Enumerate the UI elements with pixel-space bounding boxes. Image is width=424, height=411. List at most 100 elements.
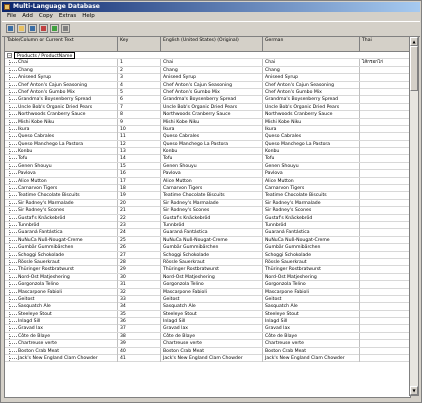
cell-key[interactable]: 2 (118, 66, 161, 74)
table-row[interactable]: Pavlova 16 Pavlova Pavlova (5, 170, 410, 178)
cell-german[interactable]: Mishi Kobe Niku (263, 118, 360, 126)
cell-key[interactable]: 39 (118, 340, 161, 348)
cell-german[interactable]: Chai (263, 59, 360, 67)
menu-copy[interactable]: Copy (36, 12, 56, 21)
table-row[interactable]: Aniseed Syrup 3 Aniseed Syrup Aniseed Syrup (5, 74, 410, 82)
cell-current-text[interactable]: Nord-Ost Matjeshering (5, 273, 118, 281)
cell-german[interactable]: Ikura (263, 125, 360, 133)
cell-german[interactable]: Carnarvon Tigers (263, 185, 360, 193)
table-row[interactable]: Geitost 33 Geitost Geitost (5, 295, 410, 304)
title-bar[interactable]: Multi-Language Database (2, 2, 420, 12)
cell-english[interactable]: Sir Rodney's Scones (161, 207, 263, 215)
cell-current-text[interactable]: Alice Mutton (5, 177, 118, 185)
cell-thai[interactable] (360, 244, 410, 252)
cell-german[interactable]: Côte de Blaye (263, 332, 360, 340)
cell-current-text[interactable]: Boston Crab Meat (5, 347, 118, 355)
cell-current-text[interactable]: Inlagd Sill (5, 318, 118, 326)
menu-file[interactable]: File (2, 12, 19, 21)
cell-current-text[interactable]: Genen Shouyu (5, 162, 118, 170)
table-row[interactable]: Chef Anton's Cajun Seasoning 4 Chef Anton'… (5, 81, 410, 89)
cell-key[interactable]: 7 (118, 103, 161, 111)
cell-english[interactable]: Gumbär Gummibärchen (161, 244, 263, 252)
table-row[interactable]: Sasquatch Ale 34 Sasquatch Ale Sasquatch Al… (5, 303, 410, 311)
cell-key[interactable]: 27 (118, 251, 161, 259)
cell-english[interactable]: Schoggi Schokolade (161, 251, 263, 259)
table-row[interactable]: Mascarpone Fabioli 32 Mascarpone Fabioli Ma… (5, 288, 410, 296)
cell-thai[interactable] (360, 295, 410, 303)
cell-thai[interactable] (360, 185, 410, 193)
cell-german[interactable]: Geitost (263, 295, 360, 303)
column-header-english[interactable]: English (United States) (Original) (161, 37, 263, 51)
toolbar-button-export[interactable] (39, 24, 48, 33)
cell-german[interactable]: Uncle Bob's Organic Dried Pears (263, 103, 360, 111)
table-row[interactable]: Genen Shouyu 15 Genen Shouyu Genen Shouyu (5, 162, 410, 171)
cell-english[interactable]: Rössle Sauerkraut (161, 258, 263, 266)
cell-key[interactable]: 20 (118, 199, 161, 207)
cell-key[interactable]: 34 (118, 303, 161, 311)
cell-thai[interactable] (360, 355, 410, 363)
cell-german[interactable]: Chef Anton's Cajun Seasoning (263, 81, 360, 89)
cell-thai[interactable] (360, 140, 410, 148)
cell-english[interactable]: Boston Crab Meat (161, 347, 263, 355)
scroll-thumb[interactable] (410, 46, 418, 91)
table-row[interactable]: Northwoods Cranberry Sauce 8 Northwoods Cr… (5, 111, 410, 119)
cell-english[interactable]: Pavlova (161, 170, 263, 178)
cell-english[interactable]: Chef Anton's Cajun Seasoning (161, 81, 263, 89)
cell-current-text[interactable]: Sir Rodney's Scones (5, 207, 118, 215)
table-row[interactable]: Teatime Chocolate Biscuits 19 Teatime Choc… (5, 192, 410, 200)
column-header-german[interactable]: German (263, 37, 360, 51)
cell-german[interactable]: Guaraná Fantástica (263, 229, 360, 237)
cell-german[interactable]: NuNuCa Nuß-Nougat-Creme (263, 236, 360, 244)
cell-german[interactable]: Inlagd Sill (263, 318, 360, 326)
cell-current-text[interactable]: Chef Anton's Cajun Seasoning (5, 81, 118, 89)
cell-german[interactable]: Konbu (263, 148, 360, 156)
table-row[interactable]: Konbu 13 Konbu Konbu (5, 148, 410, 156)
cell-thai[interactable] (360, 177, 410, 185)
cell-key[interactable]: 38 (118, 332, 161, 340)
cell-english[interactable]: Alice Mutton (161, 177, 263, 185)
table-row[interactable]: NuNuCa Nuß-Nougat-Creme 25 NuNuCa Nuß-Noug… (5, 236, 410, 245)
cell-current-text[interactable]: Chartreuse verte (5, 340, 118, 348)
cell-thai[interactable] (360, 125, 410, 133)
cell-key[interactable]: 16 (118, 170, 161, 178)
toolbar-button-save[interactable] (28, 24, 37, 33)
cell-thai[interactable] (360, 325, 410, 333)
column-header-thai[interactable]: Thai (360, 37, 410, 51)
cell-key[interactable]: 35 (118, 310, 161, 318)
cell-english[interactable]: Queso Manchego La Pastora (161, 140, 263, 148)
cell-key[interactable]: 21 (118, 207, 161, 215)
cell-current-text[interactable]: Uncle Bob's Organic Dried Pears (5, 103, 118, 111)
cell-thai[interactable] (360, 273, 410, 281)
cell-thai[interactable] (360, 170, 410, 178)
cell-thai[interactable] (360, 303, 410, 311)
menu-extras[interactable]: Extras (56, 12, 79, 21)
cell-english[interactable]: Tunnbröd (161, 221, 263, 229)
cell-english[interactable]: Mishi Kobe Niku (161, 118, 263, 126)
cell-current-text[interactable]: Thüringer Rostbratwurst (5, 266, 118, 274)
cell-english[interactable]: Côte de Blaye (161, 332, 263, 340)
cell-english[interactable]: Genen Shouyu (161, 162, 263, 170)
cell-thai[interactable] (360, 332, 410, 340)
menu-add[interactable]: Add (19, 12, 36, 21)
toolbar-button-new[interactable] (6, 24, 15, 33)
cell-thai[interactable] (360, 266, 410, 274)
cell-key[interactable]: 11 (118, 133, 161, 141)
cell-german[interactable]: Jack's New England Clam Chowder (263, 355, 360, 363)
cell-current-text[interactable]: Carnarvon Tigers (5, 185, 118, 193)
cell-thai[interactable] (360, 199, 410, 207)
cell-german[interactable]: Chang (263, 66, 360, 74)
cell-german[interactable]: Chartreuse verte (263, 340, 360, 348)
table-row[interactable]: Alice Mutton 17 Alice Mutton Alice Mutton (5, 177, 410, 186)
cell-german[interactable]: Sasquatch Ale (263, 303, 360, 311)
cell-german[interactable]: Gustaf's Knäckebröd (263, 214, 360, 222)
expand-collapse-icon[interactable]: − (7, 53, 12, 58)
cell-thai[interactable] (360, 103, 410, 111)
cell-german[interactable]: Grandma's Boysenberry Spread (263, 96, 360, 104)
cell-thai[interactable] (360, 207, 410, 215)
cell-english[interactable]: Teatime Chocolate Biscuits (161, 192, 263, 200)
table-row[interactable]: Queso Cabrales 11 Queso Cabrales Queso Cabr… (5, 133, 410, 141)
table-row[interactable]: Rössle Sauerkraut 28 Rössle Sauerkraut Röss… (5, 258, 410, 267)
cell-current-text[interactable]: Rössle Sauerkraut (5, 258, 118, 266)
cell-thai[interactable] (360, 133, 410, 141)
cell-current-text[interactable]: Queso Cabrales (5, 133, 118, 141)
